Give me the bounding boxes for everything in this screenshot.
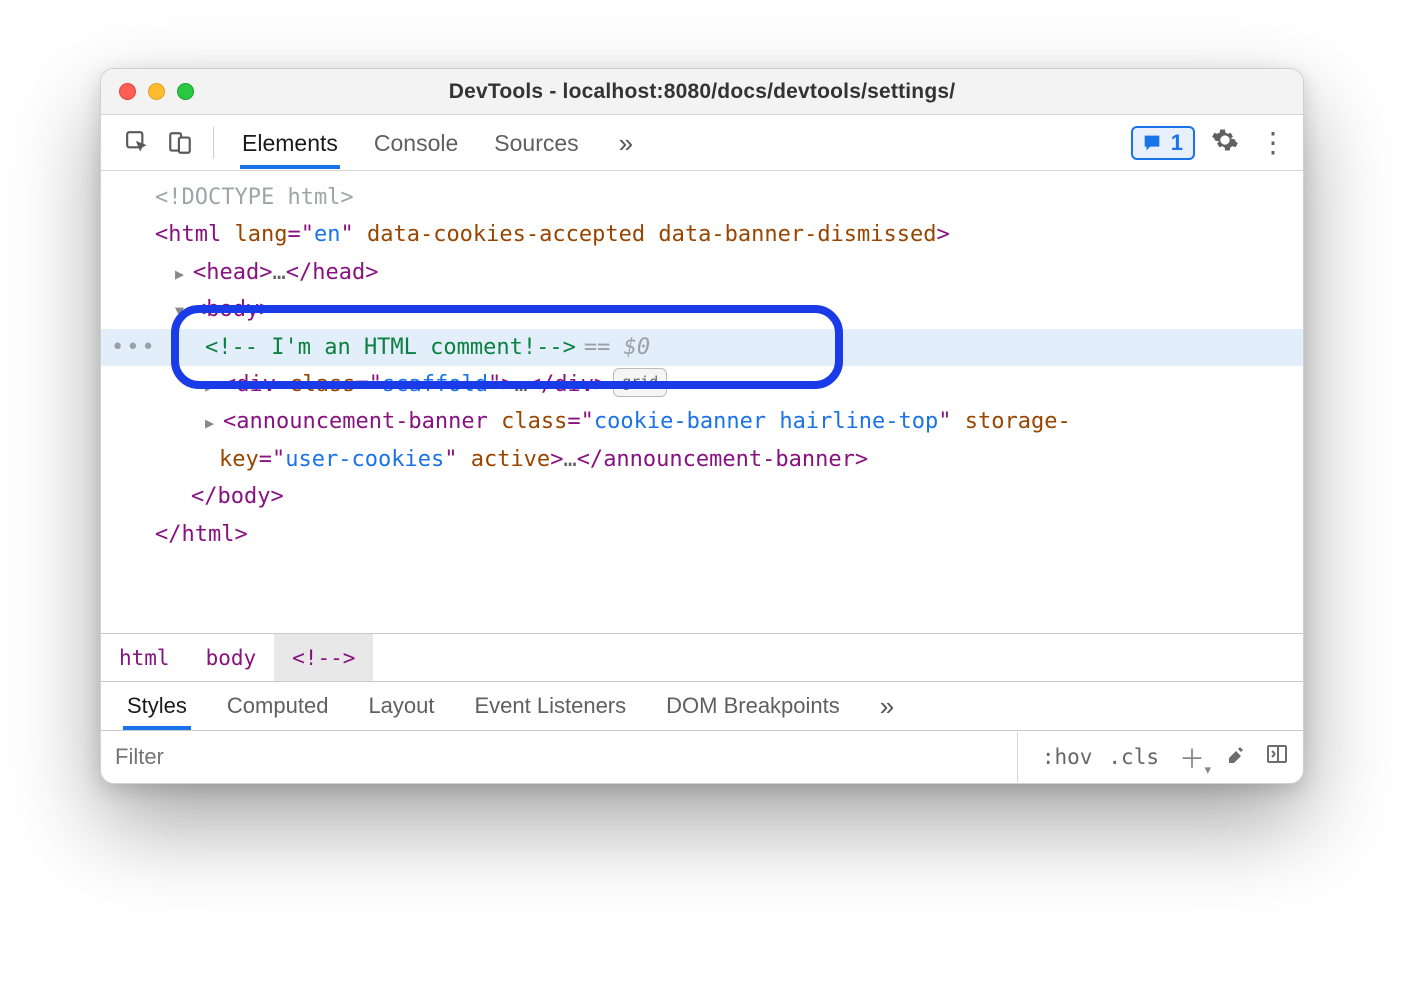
- window-minimize-button[interactable]: [148, 83, 165, 100]
- styles-filter-input[interactable]: [101, 732, 1018, 782]
- expand-toggle-icon[interactable]: [205, 403, 221, 440]
- tab-overflow[interactable]: »: [619, 116, 633, 169]
- devtools-window: DevTools - localhost:8080/docs/devtools/…: [100, 68, 1304, 784]
- doctype-line[interactable]: <!DOCTYPE html>: [101, 179, 1303, 216]
- dom-tree[interactable]: <!DOCTYPE html> <html lang="en" data-coo…: [101, 171, 1303, 633]
- cls-toggle[interactable]: .cls: [1108, 745, 1159, 769]
- settings-icon[interactable]: [1211, 126, 1239, 159]
- rendering-emulations-icon[interactable]: [1225, 742, 1249, 772]
- body-close-line[interactable]: </body>: [101, 478, 1303, 515]
- announcement-banner-line[interactable]: <announcement-banner class="cookie-banne…: [101, 403, 1303, 440]
- collapse-toggle-icon[interactable]: [175, 291, 191, 328]
- crumb-comment[interactable]: <!-->: [274, 634, 373, 681]
- window-maximize-button[interactable]: [177, 83, 194, 100]
- subtab-dom-breakpoints[interactable]: DOM Breakpoints: [666, 683, 840, 729]
- expand-toggle-icon[interactable]: [205, 366, 221, 403]
- div-scaffold-line[interactable]: <div class="scaffold">…</div> grid: [101, 366, 1303, 403]
- new-style-rule-icon[interactable]: ＋▾: [1175, 739, 1209, 776]
- issues-count: 1: [1171, 130, 1183, 156]
- selected-comment-node[interactable]: ••• <!-- I'm an HTML comment!--> == $0: [101, 329, 1303, 366]
- more-actions-icon[interactable]: •••: [111, 329, 157, 366]
- hov-toggle[interactable]: :hov: [1042, 745, 1093, 769]
- panel-tabs: Elements Console Sources »: [242, 116, 633, 169]
- window-title: DevTools - localhost:8080/docs/devtools/…: [101, 80, 1303, 104]
- body-open-line[interactable]: <body>: [101, 291, 1303, 328]
- breadcrumb: html body <!-->: [101, 633, 1303, 681]
- tab-console[interactable]: Console: [374, 118, 458, 167]
- html-open-line[interactable]: <html lang="en" data-cookies-accepted da…: [101, 216, 1303, 253]
- tab-sources[interactable]: Sources: [494, 118, 578, 167]
- subtab-layout[interactable]: Layout: [368, 683, 434, 729]
- announcement-banner-line-wrap[interactable]: key="user-cookies" active>…</announcemen…: [101, 441, 1303, 478]
- html-close-line[interactable]: </html>: [101, 516, 1303, 553]
- toolbar-divider: [213, 127, 214, 159]
- head-line[interactable]: <head>…</head>: [101, 254, 1303, 291]
- inspect-element-icon[interactable]: [119, 124, 157, 162]
- more-menu-icon[interactable]: ⋮: [1255, 126, 1293, 159]
- titlebar: DevTools - localhost:8080/docs/devtools/…: [101, 69, 1303, 115]
- computed-sidebar-toggle-icon[interactable]: [1265, 742, 1289, 772]
- device-toggle-icon[interactable]: [161, 124, 199, 162]
- window-close-button[interactable]: [119, 83, 136, 100]
- styles-subtabs: Styles Computed Layout Event Listeners D…: [101, 681, 1303, 731]
- traffic-lights: [119, 83, 194, 100]
- subtab-event-listeners[interactable]: Event Listeners: [475, 683, 627, 729]
- styles-toolbar: :hov .cls ＋▾: [101, 731, 1303, 783]
- main-toolbar: Elements Console Sources » 1 ⋮: [101, 115, 1303, 171]
- crumb-body[interactable]: body: [188, 634, 275, 681]
- crumb-html[interactable]: html: [101, 634, 188, 681]
- subtab-styles[interactable]: Styles: [127, 683, 187, 729]
- grid-badge[interactable]: grid: [613, 368, 667, 397]
- subtab-overflow[interactable]: »: [880, 681, 894, 732]
- expand-toggle-icon[interactable]: [175, 254, 191, 291]
- issues-badge[interactable]: 1: [1131, 126, 1195, 160]
- subtab-computed[interactable]: Computed: [227, 683, 329, 729]
- tab-elements[interactable]: Elements: [242, 118, 338, 167]
